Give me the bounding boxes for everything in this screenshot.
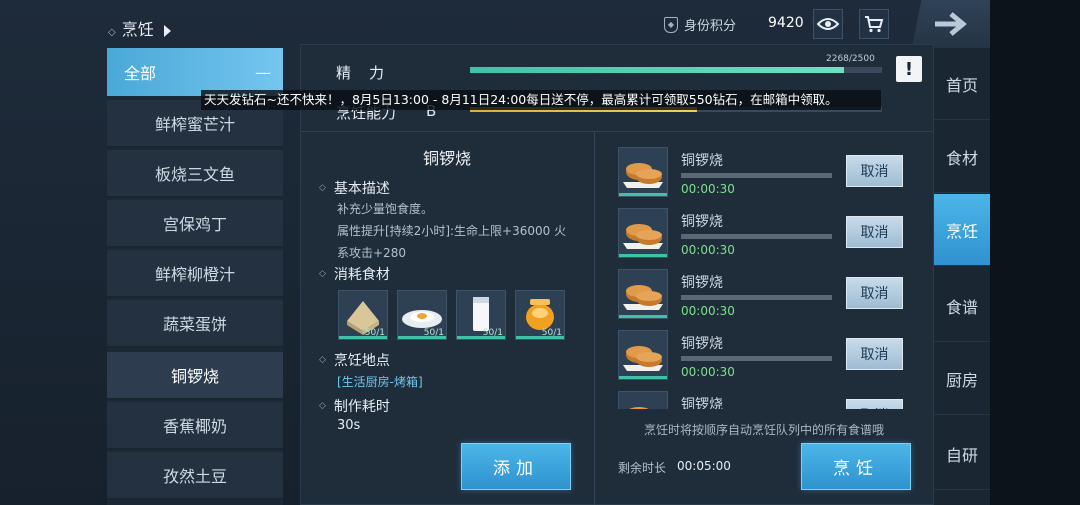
queue-item-name: 铜锣烧 bbox=[681, 214, 723, 230]
cancel-button[interactable]: 取消 bbox=[846, 399, 903, 409]
ingredients-title: ◇ 消耗食材 bbox=[319, 267, 390, 283]
eye-button[interactable] bbox=[813, 9, 843, 39]
energy-label: 精力 bbox=[336, 64, 403, 82]
queue-progress-bar bbox=[681, 173, 832, 178]
queue-item: 铜锣烧 00:00:30 取消 bbox=[618, 147, 918, 203]
recipe-item[interactable]: 鲜榨柳橙汁 bbox=[107, 250, 283, 298]
time-value: 30s bbox=[337, 418, 361, 433]
queue-item: 铜锣烧 00:00:30 取消 bbox=[618, 269, 918, 325]
category-all[interactable]: 全部 — bbox=[107, 48, 283, 96]
eye-icon bbox=[817, 18, 839, 30]
nav-research[interactable]: 自研 bbox=[934, 418, 990, 490]
cart-button[interactable] bbox=[859, 9, 889, 39]
ingredient-slot[interactable]: 50/1 bbox=[456, 290, 506, 340]
remaining-value: 00:05:00 bbox=[677, 459, 731, 473]
recipe-item[interactable]: 板烧三文鱼 bbox=[107, 150, 283, 198]
dish-name: 铜锣烧 bbox=[422, 149, 471, 168]
energy-value: 2268/2500 bbox=[826, 54, 875, 64]
page-title[interactable]: ◇ 烹饪 bbox=[108, 16, 171, 40]
cook-button[interactable]: 烹饪 bbox=[801, 443, 911, 490]
recipe-item[interactable]: 香蕉椰奶 bbox=[107, 402, 283, 450]
queue-progress-bar bbox=[681, 234, 832, 239]
arrow-right-icon bbox=[935, 12, 967, 36]
shield-icon: ◆ bbox=[664, 16, 678, 33]
identity-score-value: 9420 bbox=[768, 15, 804, 31]
diamond-icon: ◇ bbox=[108, 27, 116, 38]
queue-item-name: 铜锣烧 bbox=[681, 153, 723, 169]
dorayaki-icon bbox=[618, 269, 668, 319]
exclamation-icon: ! bbox=[904, 58, 914, 80]
dorayaki-icon bbox=[618, 147, 668, 197]
ingredient-slot[interactable]: 50/1 bbox=[338, 290, 388, 340]
nav-ingredients[interactable]: 食材 bbox=[934, 121, 990, 193]
diamond-icon: ◇ bbox=[319, 269, 326, 279]
diamond-icon: ◇ bbox=[319, 355, 326, 365]
nav-cooking[interactable]: 烹饪 bbox=[934, 194, 990, 266]
remaining-label: 剩余时长 bbox=[618, 461, 667, 475]
nav-kitchen[interactable]: 厨房 bbox=[934, 343, 990, 415]
queue-item: 铜锣烧 00:00:30 取消 bbox=[618, 208, 918, 264]
location-value[interactable]: [生活厨房-烤箱] bbox=[337, 373, 423, 390]
queue-item-name: 铜锣烧 bbox=[681, 275, 723, 291]
nav-home[interactable]: 首页 bbox=[934, 48, 990, 120]
basic-desc-title: ◇ 基本描述 bbox=[319, 181, 390, 197]
screen-edge bbox=[990, 0, 1080, 505]
recipe-item[interactable]: 宫保鸡丁 bbox=[107, 200, 283, 248]
energy-bar bbox=[470, 67, 882, 73]
energy-fill bbox=[470, 67, 844, 73]
cart-icon bbox=[865, 16, 884, 33]
recipe-item[interactable]: 孜然土豆 bbox=[107, 452, 283, 500]
ingredient-slot[interactable]: 50/1 bbox=[515, 290, 565, 340]
queue-item-time: 00:00:30 bbox=[681, 243, 735, 257]
collapse-icon: — bbox=[255, 62, 271, 82]
back-button[interactable] bbox=[912, 0, 990, 48]
cancel-button[interactable]: 取消 bbox=[846, 277, 903, 309]
queue-item: 铜锣烧 取消 bbox=[618, 391, 918, 409]
identity-score-label: ◆ 身份积分 bbox=[664, 15, 736, 34]
queue-item: 铜锣烧 00:00:30 取消 bbox=[618, 330, 918, 386]
divider bbox=[301, 131, 933, 132]
queue-item-time: 00:00:30 bbox=[681, 182, 735, 196]
dorayaki-icon bbox=[618, 208, 668, 258]
queue-item-time: 00:00:30 bbox=[681, 304, 735, 318]
queue-progress-bar bbox=[681, 356, 832, 361]
cancel-button[interactable]: 取消 bbox=[846, 338, 903, 370]
cancel-button[interactable]: 取消 bbox=[846, 155, 903, 187]
queue-progress-bar bbox=[681, 295, 832, 300]
diamond-icon: ◇ bbox=[319, 401, 326, 411]
queue-item-time: 00:00:30 bbox=[681, 365, 735, 379]
ingredient-slot[interactable]: 50/1 bbox=[397, 290, 447, 340]
dorayaki-icon bbox=[618, 391, 668, 409]
queue-hint: 烹饪时将按顺序自动烹饪队列中的所有食谱哦 bbox=[643, 423, 884, 437]
triangle-right-icon bbox=[163, 24, 171, 37]
announcement-marquee: 天天发钻石~还不快来！，8月5日13:00 - 8月11日24:00每日送不停，… bbox=[201, 90, 881, 110]
location-title: ◇ 烹饪地点 bbox=[319, 353, 390, 369]
dish-description: 补充少量饱食度。 属性提升[持续2小时]:生命上限+36000 火 系攻击+28… bbox=[337, 202, 567, 260]
nav-recipes[interactable]: 食谱 bbox=[934, 270, 990, 342]
time-title: ◇ 制作耗时 bbox=[319, 399, 390, 415]
queue-item-name: 铜锣烧 bbox=[681, 336, 723, 352]
dorayaki-icon bbox=[618, 330, 668, 380]
cancel-button[interactable]: 取消 bbox=[846, 216, 903, 248]
recipe-item-selected[interactable]: 铜锣烧 bbox=[107, 352, 283, 400]
queue-item-name: 铜锣烧 bbox=[681, 397, 723, 409]
info-button[interactable]: ! bbox=[896, 56, 922, 82]
divider bbox=[594, 132, 595, 505]
add-button[interactable]: 添加 bbox=[461, 443, 571, 490]
recipe-item[interactable]: 蔬菜蛋饼 bbox=[107, 300, 283, 348]
diamond-icon: ◇ bbox=[319, 183, 326, 193]
